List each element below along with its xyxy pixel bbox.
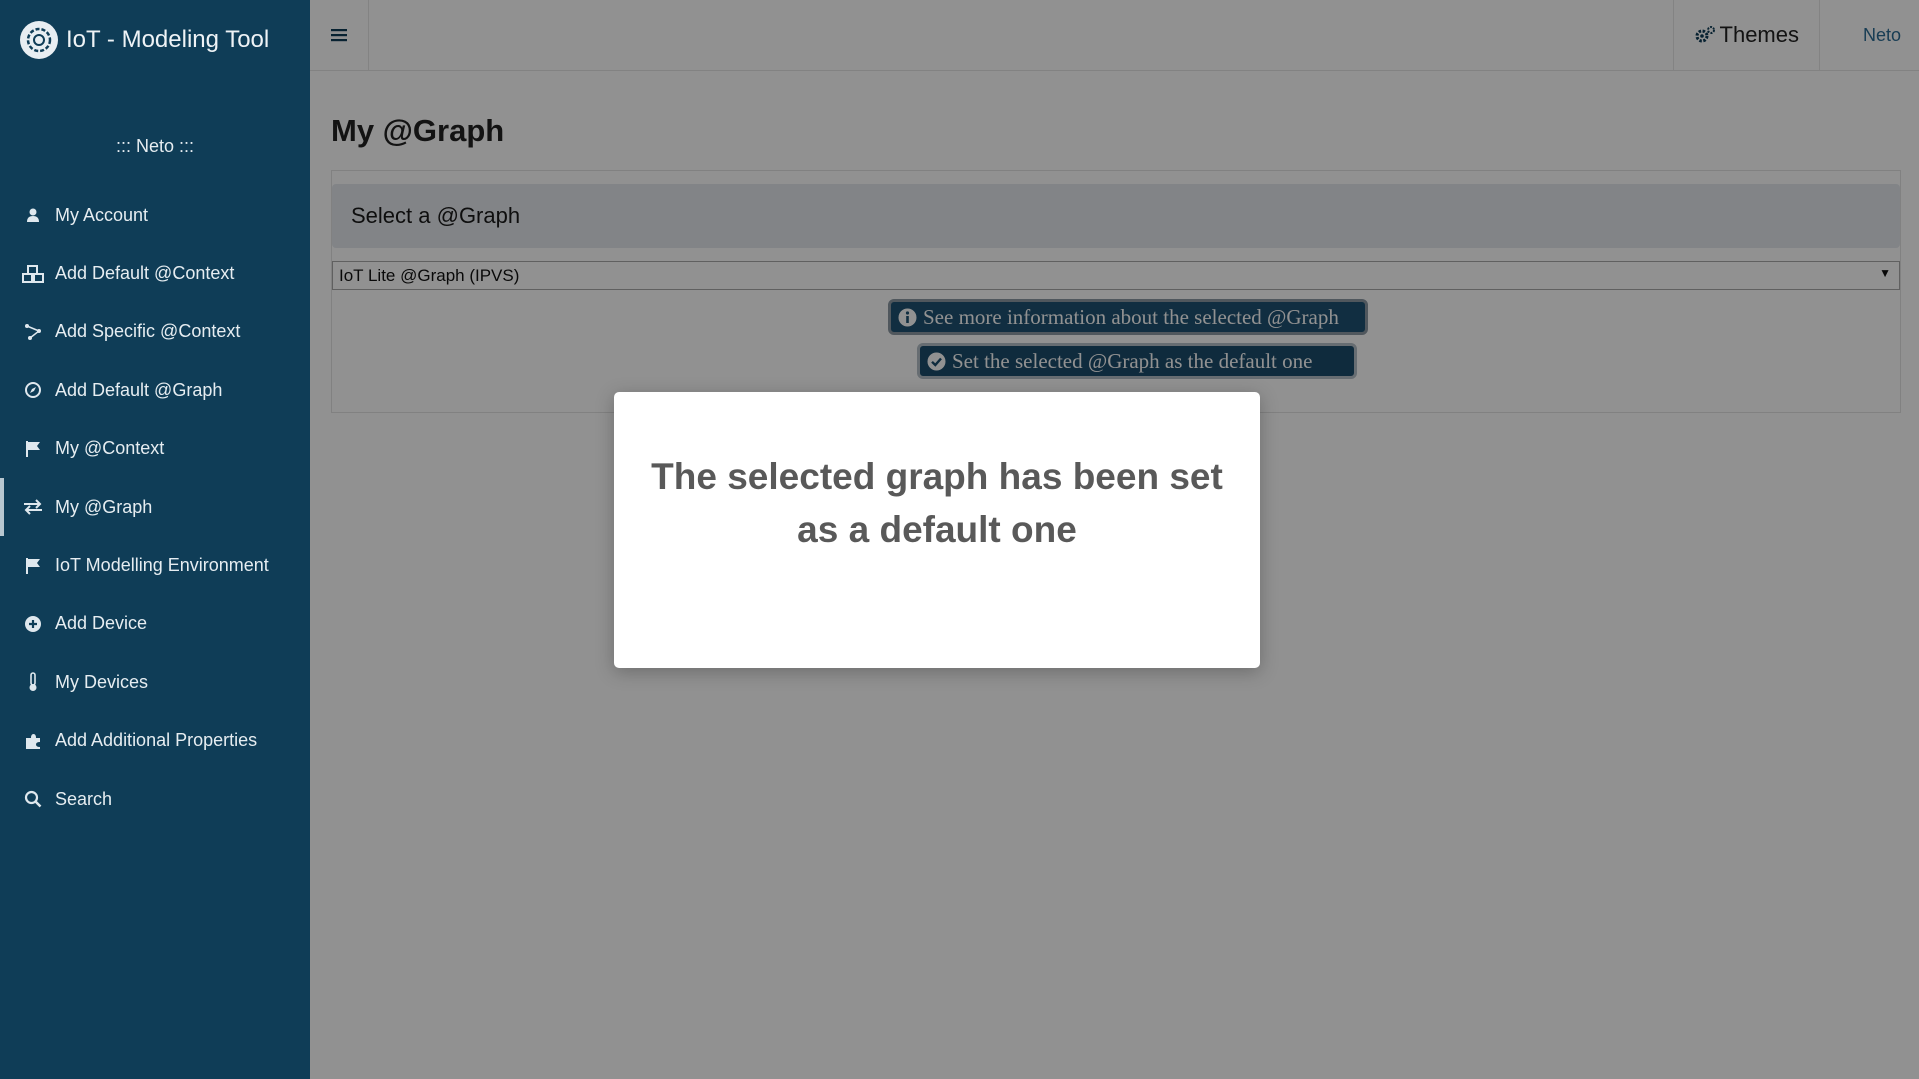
sidebar-item-my-devices[interactable]: My Devices xyxy=(0,653,310,711)
compass-icon xyxy=(22,379,44,401)
flag-icon xyxy=(22,555,44,577)
user-icon xyxy=(22,204,44,226)
sidebar-item-my-context[interactable]: My @Context xyxy=(0,420,310,478)
sidebar: IoT - Modeling Tool ::: Neto ::: My Acco… xyxy=(0,0,310,1079)
sidebar-item-label: My Account xyxy=(55,204,149,225)
search-icon xyxy=(22,788,44,810)
sidebar-item-label: My Devices xyxy=(55,671,149,692)
sidebar-item-label: Search xyxy=(55,788,113,809)
exchange-icon xyxy=(22,496,44,518)
sidebar-item-label: Add Default @Context xyxy=(55,263,235,284)
success-modal: The selected graph has been set as a def… xyxy=(614,392,1260,668)
sidebar-item-label: Add Device xyxy=(55,613,148,634)
sidebar-item-label: My @Graph xyxy=(55,496,153,517)
sidebar-item-add-additional-properties[interactable]: Add Additional Properties xyxy=(0,712,310,770)
sidebar-item-add-device[interactable]: Add Device xyxy=(0,595,310,653)
sidebar-item-iot-modelling-environment[interactable]: IoT Modelling Environment xyxy=(0,536,310,594)
sidebar-item-add-specific-context[interactable]: Add Specific @Context xyxy=(0,303,310,361)
sidebar-username: ::: Neto ::: xyxy=(115,136,195,156)
app-title: IoT - Modeling Tool xyxy=(66,26,270,53)
sidebar-item-label: Add Default @Graph xyxy=(55,379,223,400)
sidebar-item-my-account[interactable]: My Account xyxy=(0,186,310,244)
flag-icon xyxy=(22,438,44,460)
puzzle-icon xyxy=(22,730,44,752)
sitemap-icon xyxy=(22,321,44,343)
sidebar-item-add-default-graph[interactable]: Add Default @Graph xyxy=(0,361,310,419)
plus-circle-icon xyxy=(22,613,44,635)
sidebar-item-label: IoT Modelling Environment xyxy=(55,555,269,576)
modal-message: The selected graph has been set as a def… xyxy=(651,456,1223,550)
sidebar-item-search[interactable]: Search xyxy=(0,770,310,828)
sidebar-item-my-graph[interactable]: My @Graph xyxy=(0,477,310,537)
gear-logo-icon xyxy=(20,21,58,59)
sidebar-item-label: My @Context xyxy=(55,438,165,459)
sidebar-nav: My Account Add Default @Context Add Spec… xyxy=(0,186,310,828)
sidebar-item-label: Add Additional Properties xyxy=(55,730,258,751)
sidebar-item-label: Add Specific @Context xyxy=(55,321,241,342)
sidebar-item-add-default-context[interactable]: Add Default @Context xyxy=(0,244,310,302)
thermometer-icon xyxy=(22,671,44,693)
brand[interactable]: IoT - Modeling Tool xyxy=(20,20,269,60)
cubes-icon xyxy=(22,263,44,285)
